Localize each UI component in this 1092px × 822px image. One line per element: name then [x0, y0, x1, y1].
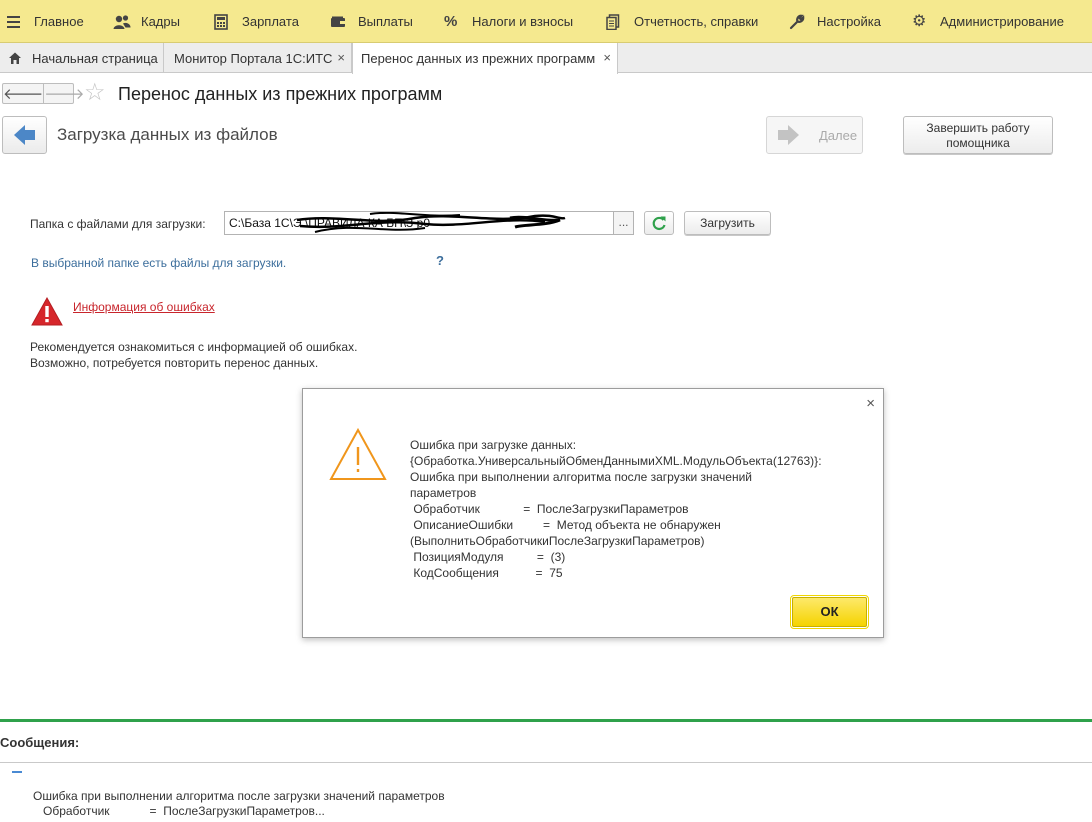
menu-item-payments[interactable]: Выплаты: [330, 0, 413, 43]
error-message: Ошибка при загрузке данных: {Обработка.У…: [410, 438, 822, 580]
folder-label: Папка с файлами для загрузки:: [30, 217, 206, 231]
back-arrow-icon[interactable]: 🡐: [3, 84, 45, 103]
recommendation-line2: Возможно, потребуется повторить перенос …: [30, 356, 319, 370]
error-info-link[interactable]: Информация об ошибках: [73, 300, 215, 314]
next-button[interactable]: Далее: [766, 116, 863, 154]
arrow-left-icon: [14, 125, 35, 145]
select-folder-button[interactable]: ...: [613, 211, 634, 235]
redaction-scribble: [296, 212, 566, 233]
warning-icon: [329, 427, 387, 480]
menu-item-label: Выплаты: [358, 14, 413, 29]
menu-item-hr[interactable]: Кадры: [113, 0, 180, 43]
menu-item-label: Главное: [34, 14, 84, 29]
menu-item-label: Кадры: [141, 14, 180, 29]
next-button-label: Далее: [819, 127, 858, 143]
error-triangle-icon: [31, 297, 63, 326]
calculator-icon: [214, 13, 230, 30]
menu-item-settings[interactable]: Настройка: [789, 0, 881, 43]
favorite-star-icon[interactable]: ☆: [84, 80, 106, 106]
wrench-icon: [789, 14, 805, 30]
ok-button[interactable]: ОК: [790, 595, 869, 629]
error-dialog: × Ошибка при загрузке данных: {Обработка…: [302, 388, 884, 638]
arrow-right-icon: [778, 125, 799, 145]
menu-item-admin[interactable]: ⚙ Администрирование: [912, 0, 1064, 43]
percent-icon: %: [444, 12, 458, 30]
page-title: Перенос данных из прежних программ: [118, 84, 443, 104]
message-item: Ошибка при выполнении алгоритма после за…: [33, 789, 445, 818]
tab-label: Начальная страница: [32, 50, 158, 66]
tab-home[interactable]: Начальная страница: [0, 43, 164, 73]
menu-item-salary[interactable]: Зарплата: [214, 0, 299, 43]
close-icon[interactable]: ×: [866, 395, 875, 412]
files-found-info: В выбранной папке есть файлы для загрузк…: [31, 256, 287, 270]
menu-item-label: Администрирование: [940, 14, 1064, 29]
load-button[interactable]: Загрузить: [684, 211, 771, 235]
wizard-step-title: Загрузка данных из файлов: [57, 125, 278, 144]
recommendation-text: Рекомендуется ознакомиться с информацией…: [30, 339, 357, 371]
menu-item-reports[interactable]: Отчетность, справки: [606, 0, 758, 43]
close-icon[interactable]: ×: [603, 50, 611, 65]
tab-label: Монитор Портала 1С:ИТС: [174, 50, 333, 66]
wallet-icon: [330, 14, 346, 30]
menu-item-label: Настройка: [817, 14, 881, 29]
history-nav: 🡐 🡒: [2, 83, 84, 104]
forward-arrow-icon[interactable]: 🡒: [44, 84, 84, 103]
collapse-dash-icon[interactable]: [12, 771, 22, 773]
refresh-button[interactable]: [644, 211, 674, 235]
messages-title: Сообщения:: [0, 735, 80, 750]
document-icon: [606, 13, 622, 30]
people-icon: [113, 14, 131, 30]
main-menu-bar: Главное Кадры Зарплата Выплаты % Налоги …: [0, 0, 1092, 43]
tabs-bar: Начальная страница Монитор Портала 1С:ИТ…: [0, 43, 1092, 74]
tab-data-transfer[interactable]: Перенос данных из прежних программ ×: [352, 43, 618, 74]
finish-button-label-line2: помощника: [946, 136, 1010, 150]
menu-item-taxes[interactable]: % Налоги и взносы: [444, 0, 573, 43]
messages-panel: Ошибка при выполнении алгоритма после за…: [0, 762, 1092, 822]
home-icon: [8, 51, 22, 65]
finish-wizard-button[interactable]: Завершить работу помощника: [903, 116, 1053, 154]
wizard-back-button[interactable]: [2, 116, 47, 154]
help-question-icon[interactable]: ?: [436, 253, 444, 268]
folder-path-input[interactable]: C:\База 1С\Э \ПРАВИЛА КА БП\З р0: [224, 211, 614, 235]
menu-item-main[interactable]: Главное: [6, 0, 84, 43]
menu-item-label: Отчетность, справки: [634, 14, 759, 29]
burger-icon: [6, 14, 22, 30]
messages-divider: [0, 719, 1092, 722]
recommendation-line1: Рекомендуется ознакомиться с информацией…: [30, 340, 358, 354]
menu-item-label: Налоги и взносы: [472, 14, 574, 29]
gear-icon: ⚙: [912, 12, 927, 30]
close-icon[interactable]: ×: [337, 50, 345, 65]
menu-item-label: Зарплата: [242, 14, 299, 29]
tab-label: Перенос данных из прежних программ: [361, 51, 596, 66]
finish-button-label-line1: Завершить работу: [926, 121, 1030, 135]
refresh-icon: [652, 216, 666, 231]
tab-its-monitor[interactable]: Монитор Портала 1С:ИТС ×: [164, 43, 352, 73]
